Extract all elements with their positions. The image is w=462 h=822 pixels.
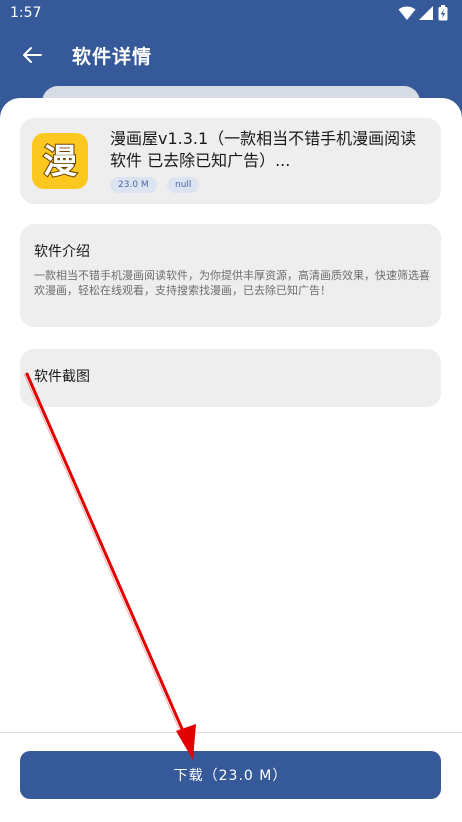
app-name: 漫画屋v1.3.1（一款相当不错手机漫画阅读软件 已去除已知广告）... bbox=[110, 129, 417, 170]
intro-card: 软件介绍 一款相当不错手机漫画阅读软件，为你提供丰厚资源，高清画质效果，快速筛选… bbox=[20, 224, 441, 327]
screenshots-title: 软件截图 bbox=[34, 369, 90, 385]
app-bar: 软件详情 bbox=[0, 26, 462, 82]
screenshots-card: 软件截图 bbox=[20, 349, 441, 407]
intro-title: 软件介绍 bbox=[34, 244, 90, 260]
battery-icon bbox=[438, 5, 448, 21]
app-icon-glyph: 漫 bbox=[43, 142, 77, 182]
status-bar: 1:57 bbox=[0, 0, 462, 26]
status-time: 1:57 bbox=[10, 5, 42, 21]
intro-text: 一款相当不错手机漫画阅读软件，为你提供丰厚资源，高清画质效果，快速筛选喜欢漫画，… bbox=[34, 269, 430, 297]
status-icons bbox=[398, 5, 450, 21]
app-info-card: 漫 漫画屋v1.3.1（一款相当不错手机漫画阅读软件 已去除已知广告）... 2… bbox=[20, 118, 441, 204]
arrow-left-icon bbox=[23, 47, 42, 63]
content-sheet bbox=[0, 98, 462, 821]
size-tag: 23.0 M bbox=[110, 177, 157, 193]
wifi-icon bbox=[398, 6, 416, 20]
page-title: 软件详情 bbox=[72, 46, 153, 68]
app-icon: 漫 bbox=[32, 133, 88, 189]
version-tag: null bbox=[167, 177, 200, 193]
signal-icon bbox=[419, 6, 433, 20]
back-button[interactable] bbox=[16, 40, 48, 70]
download-button[interactable]: 下载（23.0 M） bbox=[20, 751, 441, 799]
